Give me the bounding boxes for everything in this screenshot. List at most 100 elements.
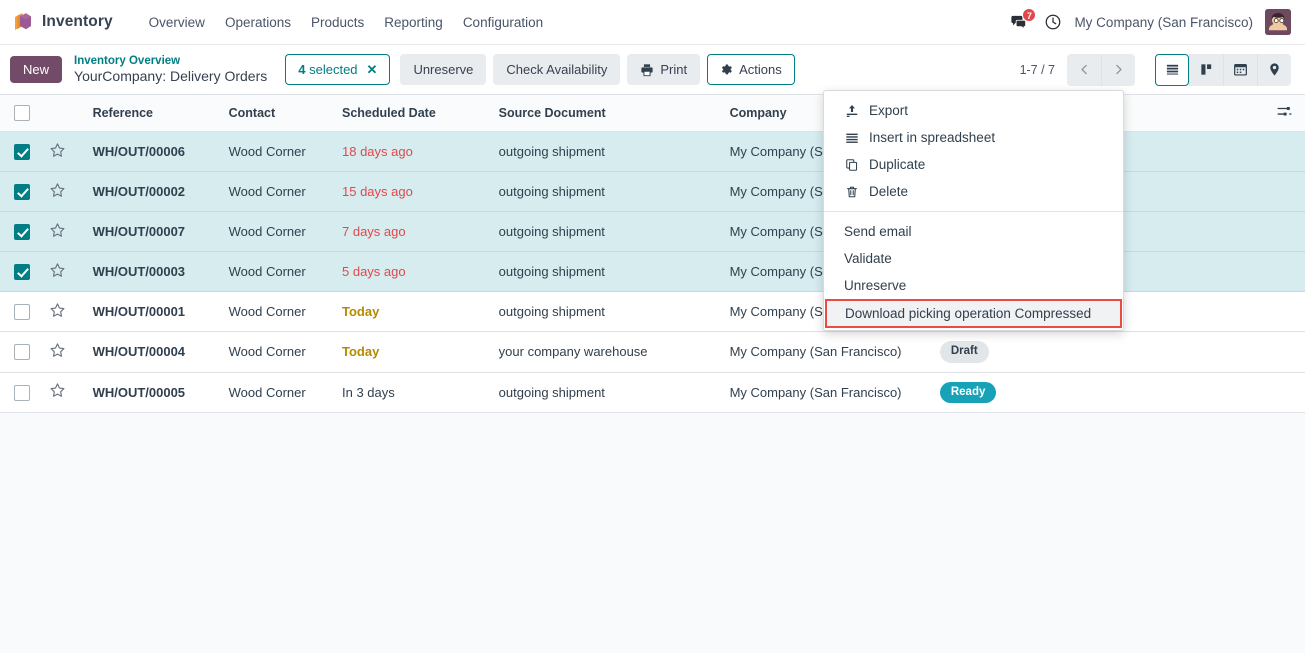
avatar[interactable] — [1265, 9, 1291, 35]
view-button-map[interactable] — [1257, 53, 1291, 86]
row-favorite-cell[interactable] — [43, 331, 87, 373]
star-icon[interactable] — [49, 302, 66, 322]
row-checkbox[interactable] — [14, 183, 30, 200]
cell-row-options — [1263, 131, 1305, 172]
view-button-calendar[interactable] — [1223, 53, 1257, 86]
company-switcher[interactable]: My Company (San Francisco) — [1074, 15, 1253, 30]
row-select-cell[interactable] — [0, 171, 44, 212]
row-checkbox[interactable] — [14, 303, 30, 320]
menu-item-download-picking-operation-compressed[interactable]: Download picking operation Compressed — [825, 299, 1122, 328]
select-all-checkbox[interactable] — [14, 105, 30, 121]
cell-reference: WH/OUT/00007 — [86, 211, 223, 252]
list-view-icon — [1166, 64, 1178, 75]
pager-previous-button[interactable] — [1067, 53, 1101, 86]
unreserve-button[interactable]: Unreserve — [400, 54, 487, 85]
close-icon[interactable]: ✕ — [367, 63, 378, 76]
row-favorite-cell[interactable] — [43, 372, 87, 414]
nav-item-configuration[interactable]: Configuration — [453, 9, 553, 36]
header-contact[interactable]: Contact — [222, 95, 336, 132]
menu-item-download-picking-operation-compressed-label: Download picking operation Compressed — [845, 306, 1092, 321]
pager-next-button[interactable] — [1101, 53, 1135, 86]
nav-item-reporting[interactable]: Reporting — [374, 9, 453, 36]
menu-item-validate-label: Validate — [844, 251, 892, 266]
cell-company: My Company (San Francisco) — [723, 331, 934, 373]
cell-reference: WH/OUT/00003 — [86, 251, 223, 292]
star-icon[interactable] — [49, 222, 66, 242]
menu-item-export[interactable]: Export — [824, 97, 1123, 124]
trash-icon — [844, 185, 859, 199]
cell-row-options — [1263, 171, 1305, 212]
star-icon[interactable] — [49, 342, 66, 362]
cell-scheduled-date: Today — [336, 291, 493, 332]
print-button-label: Print — [660, 62, 688, 77]
control-panel: New Inventory Overview YourCompany: Deli… — [0, 45, 1305, 95]
menu-item-duplicate[interactable]: Duplicate — [824, 151, 1123, 178]
header-reference[interactable]: Reference — [86, 95, 223, 132]
breadcrumb-parent[interactable]: Inventory Overview — [74, 54, 267, 68]
cell-scheduled-date: 15 days ago — [336, 171, 493, 212]
chevron-right-icon — [1116, 64, 1122, 75]
row-favorite-cell[interactable] — [43, 211, 87, 252]
actions-button-label: Actions — [739, 62, 782, 77]
menu-item-send-email[interactable]: Send email — [824, 218, 1123, 245]
inventory-cube-icon[interactable] — [10, 9, 36, 35]
row-select-cell[interactable] — [0, 372, 44, 414]
row-select-cell[interactable] — [0, 291, 44, 332]
row-favorite-cell[interactable] — [43, 131, 87, 172]
menu-separator — [824, 211, 1123, 212]
star-icon[interactable] — [49, 142, 66, 162]
table-row[interactable]: WH/OUT/00005 Wood Corner In 3 days outgoing… — [0, 372, 1305, 414]
cell-row-options — [1263, 372, 1305, 414]
row-select-cell[interactable] — [0, 331, 44, 373]
header-scheduled-date[interactable]: Scheduled Date — [336, 95, 493, 132]
star-icon[interactable] — [49, 182, 66, 202]
table-row[interactable]: WH/OUT/00004 Wood Corner Today your company… — [0, 331, 1305, 373]
pager-range[interactable]: 1-7 / 7 — [1020, 63, 1055, 77]
row-favorite-cell[interactable] — [43, 171, 87, 212]
view-button-list[interactable] — [1155, 53, 1189, 86]
row-select-cell[interactable] — [0, 251, 44, 292]
row-checkbox[interactable] — [14, 143, 30, 160]
nav-item-operations[interactable]: Operations — [215, 9, 301, 36]
cell-source-document: your company warehouse — [492, 331, 724, 373]
app-name[interactable]: Inventory — [42, 13, 113, 31]
header-source-document[interactable]: Source Document — [492, 95, 724, 132]
cell-row-options — [1263, 291, 1305, 332]
row-favorite-cell[interactable] — [43, 251, 87, 292]
row-favorite-cell[interactable] — [43, 291, 87, 332]
messages-button[interactable]: 7 — [1003, 7, 1038, 36]
row-select-cell[interactable] — [0, 211, 44, 252]
cell-reference: WH/OUT/00002 — [86, 171, 223, 212]
nav-item-overview[interactable]: Overview — [139, 9, 215, 36]
messages-count-badge: 7 — [1022, 7, 1037, 22]
view-button-kanban[interactable] — [1189, 53, 1223, 86]
new-button[interactable]: New — [10, 56, 63, 83]
menu-item-unreserve[interactable]: Unreserve — [824, 272, 1123, 299]
kanban-view-icon — [1201, 64, 1212, 75]
cell-row-options — [1263, 331, 1305, 373]
column-options-icon[interactable] — [1276, 107, 1293, 123]
status-badge: Ready — [939, 381, 997, 404]
print-button[interactable]: Print — [627, 54, 701, 85]
row-checkbox[interactable] — [14, 384, 30, 401]
activities-button[interactable] — [1038, 9, 1074, 35]
cell-scheduled-date: In 3 days — [336, 372, 493, 414]
cell-source-document: outgoing shipment — [492, 372, 724, 414]
actions-button[interactable]: Actions — [707, 54, 795, 85]
favorite-header — [43, 95, 87, 132]
check-availability-button[interactable]: Check Availability — [493, 54, 621, 85]
selection-counter[interactable]: 4 selected ✕ — [285, 54, 391, 85]
menu-item-delete[interactable]: Delete — [824, 178, 1123, 205]
cell-reference: WH/OUT/00001 — [86, 291, 223, 332]
star-icon[interactable] — [49, 262, 66, 282]
star-icon[interactable] — [49, 382, 66, 402]
navbar-right-group: 7 My Company (San Francisco) — [1003, 7, 1291, 36]
row-select-cell[interactable] — [0, 131, 44, 172]
row-checkbox[interactable] — [14, 223, 30, 240]
row-checkbox[interactable] — [14, 344, 30, 361]
calendar-view-icon — [1234, 64, 1247, 76]
nav-item-products[interactable]: Products — [301, 9, 374, 36]
menu-item-insert-in-spreadsheet[interactable]: Insert in spreadsheet — [824, 124, 1123, 151]
row-checkbox[interactable] — [14, 263, 30, 280]
menu-item-validate[interactable]: Validate — [824, 245, 1123, 272]
